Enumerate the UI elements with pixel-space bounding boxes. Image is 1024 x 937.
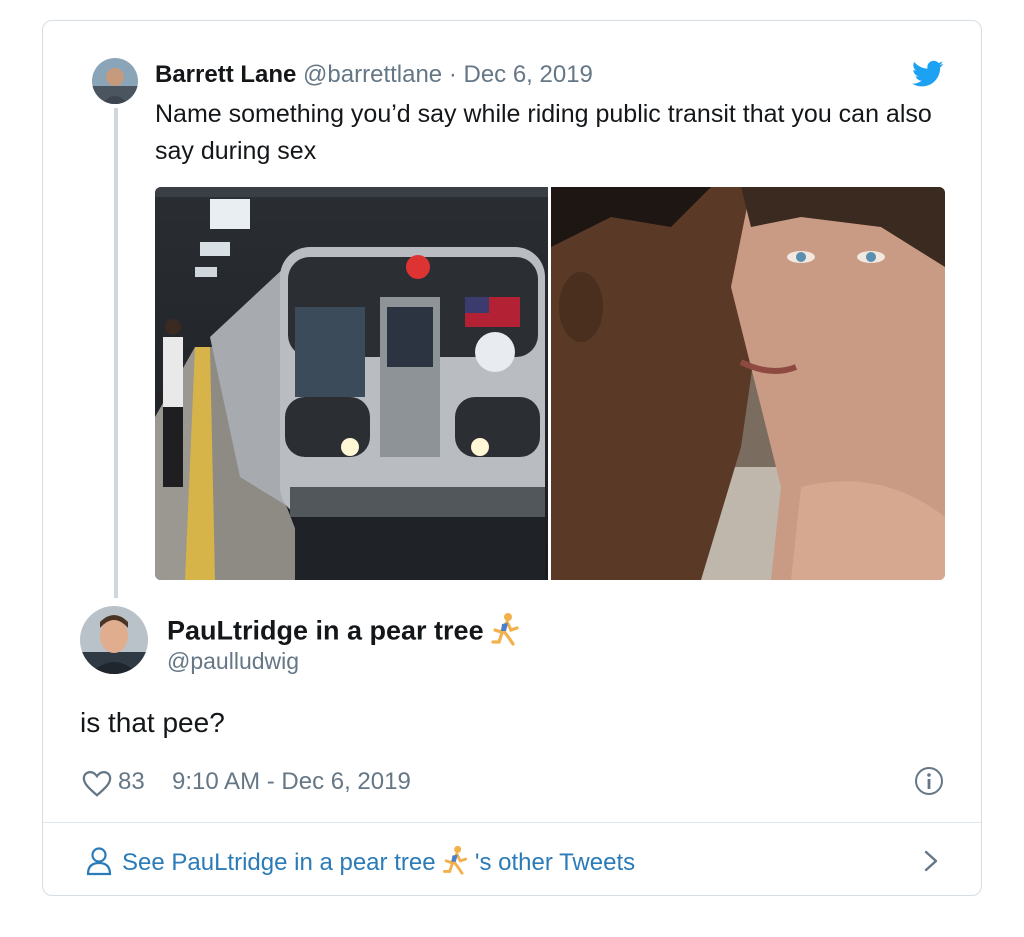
chevron-right-icon[interactable]: [922, 849, 940, 873]
person-icon: [86, 846, 112, 876]
reply-author-name[interactable]: PauLtridge in a pear tree: [167, 616, 484, 646]
thread-connector-line: [114, 108, 118, 598]
quoted-author-handle[interactable]: @barrettlane: [303, 61, 442, 88]
quoted-tweet-media[interactable]: [155, 187, 945, 580]
reply-timestamp[interactable]: 9:10 AM - Dec 6, 2019: [172, 768, 411, 796]
quoted-author-name[interactable]: Barrett Lane: [155, 61, 296, 88]
heart-icon[interactable]: [82, 770, 112, 798]
paulludwig-avatar[interactable]: [80, 606, 148, 674]
reply-author-handle[interactable]: @paulludwig: [167, 648, 299, 675]
quoted-tweet-text: Name something you’d say while riding pu…: [155, 100, 932, 165]
reply-author-line: PauLtridge in a pear tree: [167, 612, 519, 653]
see-prefix: See PauLtridge in a pear tree: [122, 848, 436, 876]
meta-separator: ·: [442, 61, 464, 88]
see-suffix: 's other Tweets: [474, 848, 636, 876]
quoted-tweet-header: Barrett Lane @barrettlane · Dec 6, 2019: [155, 61, 593, 89]
footer-divider: [43, 822, 981, 823]
see-other-tweets-text: See PauLtridge in a pear tree 's other T…: [122, 845, 635, 882]
like-count[interactable]: 83: [118, 768, 145, 796]
subway-train-photo[interactable]: [155, 187, 548, 580]
twitter-bird-icon[interactable]: [912, 60, 944, 88]
runner-emoji-icon: [491, 612, 519, 653]
barrett-lane-avatar[interactable]: [92, 58, 138, 104]
two-men-photo[interactable]: [551, 187, 945, 580]
see-other-tweets-link[interactable]: See PauLtridge in a pear tree 's other T…: [86, 843, 946, 877]
info-icon[interactable]: [914, 766, 944, 796]
runner-emoji-icon: [442, 845, 468, 882]
quoted-tweet-date[interactable]: Dec 6, 2019: [463, 61, 592, 88]
reply-meta-row: 83 9:10 AM - Dec 6, 2019: [80, 766, 946, 800]
reply-text: is that pee?: [80, 707, 225, 738]
